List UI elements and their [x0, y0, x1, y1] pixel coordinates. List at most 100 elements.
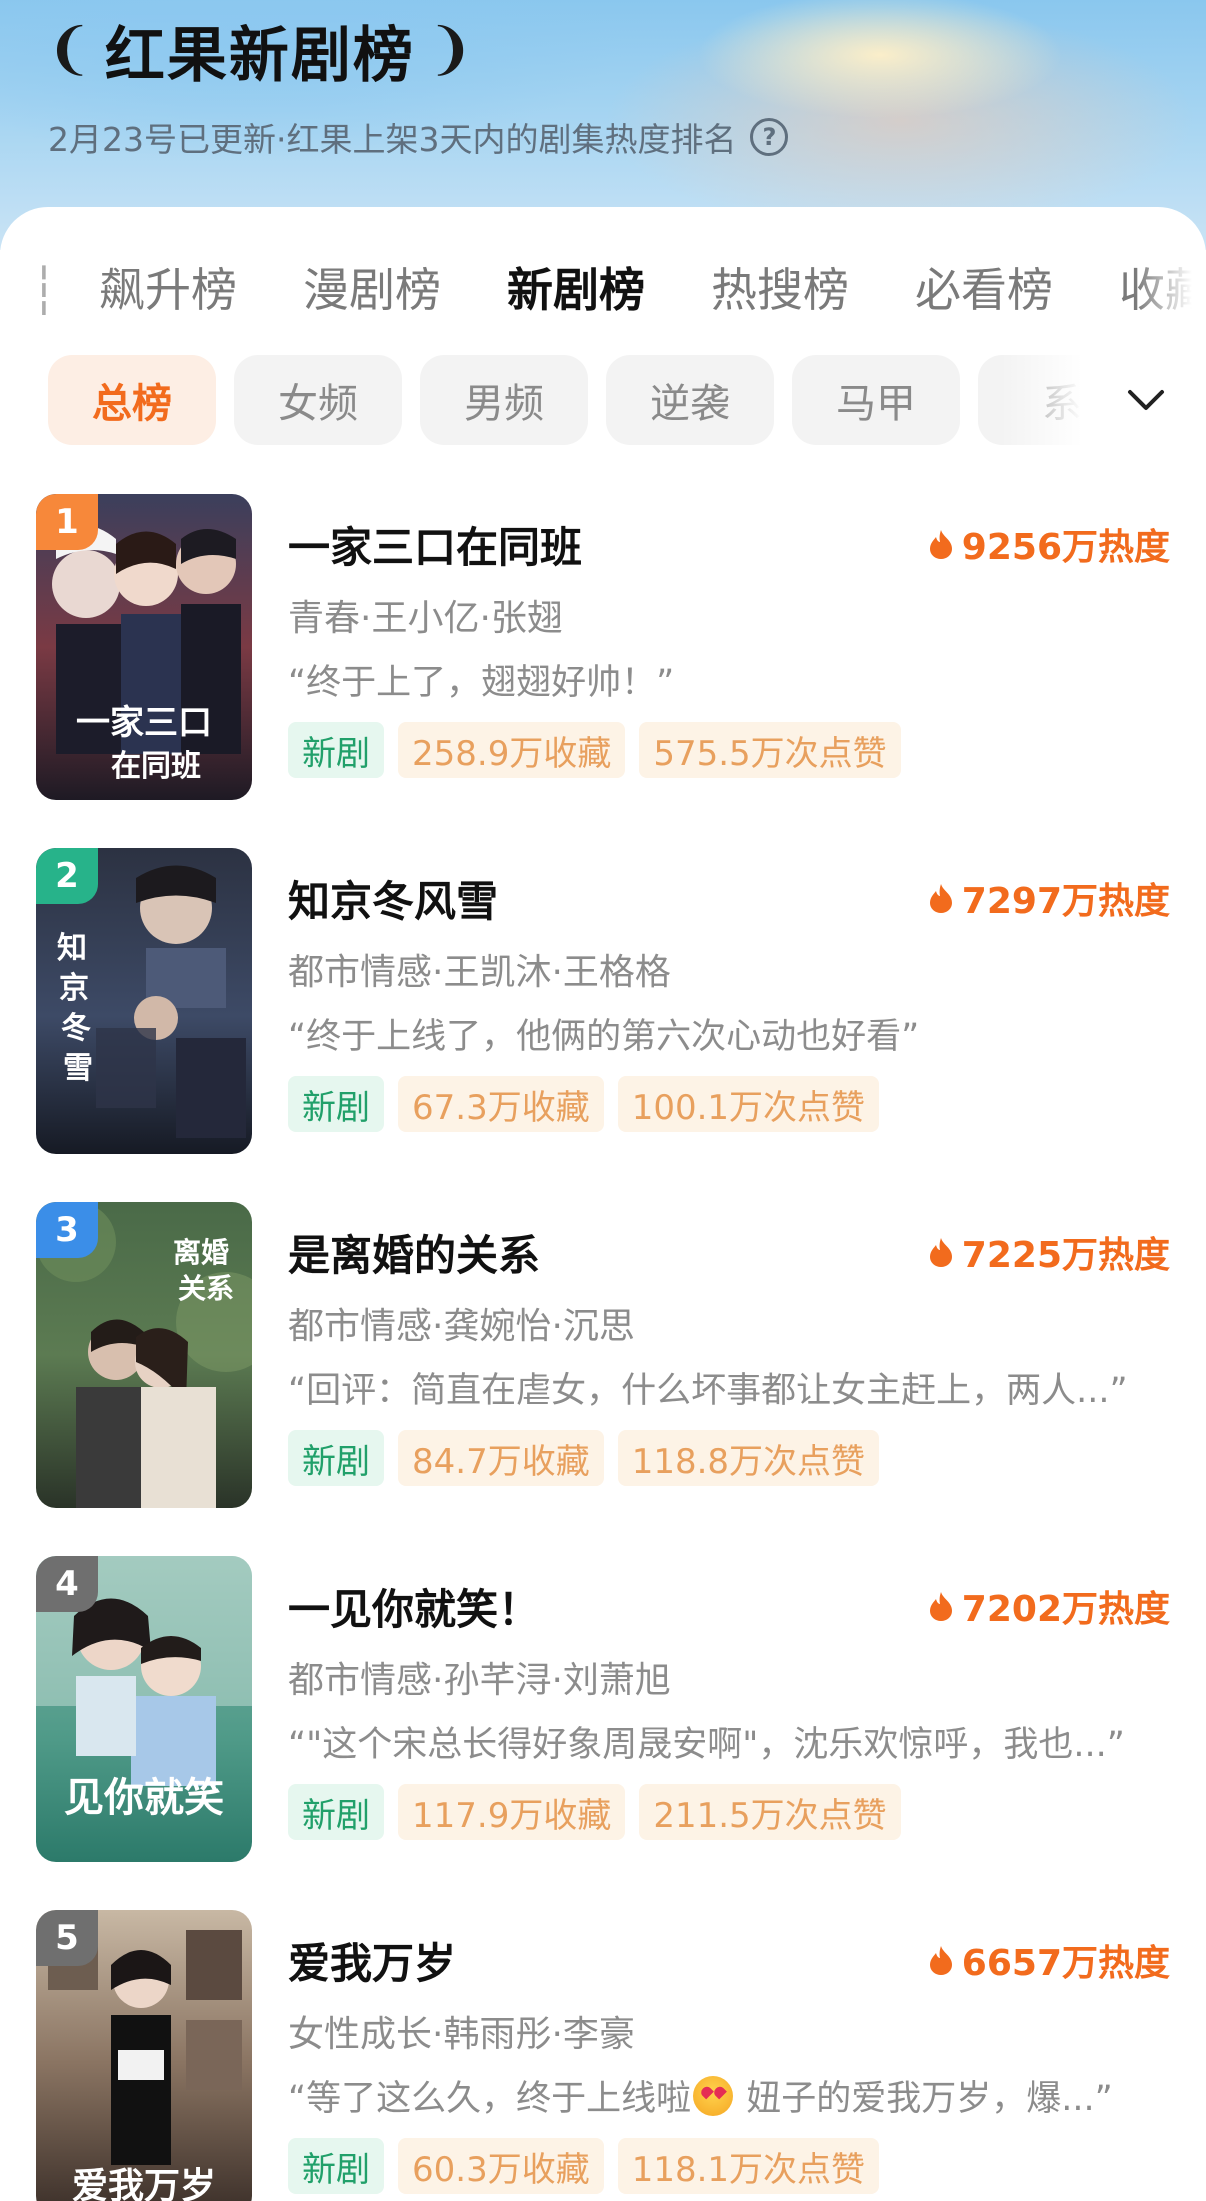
help-icon[interactable]: ?: [750, 118, 789, 156]
drama-meta: 女性成长·韩雨彤·李豪: [288, 2014, 635, 2055]
poster-title-text: 离婚: [173, 1236, 229, 1269]
list-item[interactable]: 爱我万岁 5 爱我万岁 6657万热度 女性成长·韩雨彤·李豪 “等了这么久，终…: [0, 1910, 1206, 2201]
review-quote-part1: “等了这么久，终于上线啦: [288, 2079, 692, 2119]
poster-title-text: 见你就笑: [64, 1774, 224, 1821]
hero-title-group: ❨ 红果新剧榜 ❩: [46, 10, 474, 91]
drama-title[interactable]: 爱我万岁: [288, 1930, 456, 1991]
review-quote: “"这个宋总长得好象周晟安啊"，沈乐欢惊呼，我也...”: [288, 1725, 1125, 1765]
review-quote: “回评：简直在虐女，什么坏事都让女主赶上，两人...”: [288, 1371, 1128, 1411]
chevron-down-icon[interactable]: [1126, 382, 1166, 418]
heat-score: 7225万热度: [928, 1226, 1170, 1278]
poster-image[interactable]: 爱我万岁 5: [36, 1910, 252, 2201]
drama-title[interactable]: 是离婚的关系: [288, 1222, 540, 1283]
update-subtitle: 2月23号已更新·红果上架3天内的剧集热度排名: [48, 120, 737, 159]
poster-image[interactable]: 见你就笑 4: [36, 1556, 252, 1862]
list-item[interactable]: 知 京 冬 雪 2 知京冬风雪 7297万热度 都市情感·王凯沐·王格格 “终于…: [0, 848, 1206, 1168]
poster-image[interactable]: 离婚 关系 3: [36, 1202, 252, 1508]
chip-male[interactable]: 男频: [420, 355, 588, 445]
tag-row: 新剧 84.7万收藏 118.8万次点赞: [288, 1430, 880, 1486]
laurel-right-icon: ❩: [426, 17, 474, 82]
poster-image[interactable]: 知 京 冬 雪 2: [36, 848, 252, 1154]
review-quote: “终于上线了，他俩的第六次心动也好看”: [288, 1017, 920, 1057]
list-item[interactable]: 见你就笑 4 一见你就笑！ 7202万热度 都市情感·孙芊浔·刘萧旭 “"这个宋…: [0, 1556, 1206, 1876]
review-quote-part2: 妞子的爱我万岁，爆...”: [735, 2079, 1113, 2119]
drama-meta: 青春·王小亿·张翅: [288, 598, 563, 639]
flame-icon: [929, 1946, 952, 1975]
poster-title-text: 关系: [178, 1272, 234, 1305]
heat-value: 6657万热度: [961, 1943, 1170, 1984]
tab-soaring[interactable]: 飙升榜: [99, 250, 237, 330]
poster-title-text: 雪: [63, 1051, 93, 1086]
chip-all[interactable]: 总榜: [48, 355, 216, 445]
rank-badge: 2: [36, 848, 98, 904]
list-item[interactable]: 离婚 关系 3 是离婚的关系 7225万热度 都市情感·龚婉怡·沉思 “回评：简…: [0, 1202, 1206, 1522]
poster-image[interactable]: 一家三口 在同班 1: [36, 494, 252, 800]
tabs-fade-left: [0, 250, 60, 330]
favorites-tag: 117.9万收藏: [398, 1784, 626, 1840]
tag-row: 新剧 60.3万收藏 118.1万次点赞: [288, 2138, 880, 2194]
ranking-tabs: ┆ 飙升榜 漫剧榜 新剧榜 热搜榜 必看榜 收藏: [0, 250, 1206, 330]
drama-title[interactable]: 一家三口在同班: [288, 514, 582, 575]
new-tag: 新剧: [288, 2138, 384, 2194]
drama-meta: 都市情感·王凯沐·王格格: [288, 952, 671, 993]
poster-subtitle-text: 在同班: [111, 749, 201, 784]
tag-row: 新剧 258.9万收藏 575.5万次点赞: [288, 722, 901, 778]
new-tag: 新剧: [288, 1076, 384, 1132]
likes-tag: 118.8万次点赞: [617, 1430, 880, 1486]
poster-title-text: 爱我万岁: [72, 2165, 216, 2201]
chips-fade: [1000, 355, 1206, 445]
likes-tag: 118.1万次点赞: [617, 2138, 880, 2194]
laurel-left-icon: ❨: [46, 17, 93, 82]
heat-value: 7225万热度: [961, 1235, 1170, 1276]
rank-badge: 4: [36, 1556, 98, 1612]
heat-value: 7202万热度: [961, 1589, 1170, 1630]
heat-score: 6657万热度: [928, 1934, 1170, 1986]
new-tag: 新剧: [288, 1430, 384, 1486]
poster-title-text: 知: [57, 931, 87, 966]
favorites-tag: 84.7万收藏: [398, 1430, 604, 1486]
tabs-fade-right: [1136, 250, 1206, 330]
poster-title-text: 冬: [61, 1011, 91, 1046]
poster-title-text: 一家三口: [76, 703, 212, 743]
heat-value: 9256万热度: [961, 527, 1170, 568]
review-quote: “等了这么久，终于上线啦 妞子的爱我万岁，爆...”: [288, 2070, 1168, 2121]
favorites-tag: 258.9万收藏: [398, 722, 626, 778]
chip-disguise[interactable]: 马甲: [792, 355, 960, 445]
page-title: 红果新剧榜: [104, 20, 415, 91]
review-quote: “终于上了，翅翅好帅！”: [288, 663, 675, 703]
heat-score: 7297万热度: [928, 872, 1170, 924]
drama-meta: 都市情感·孙芊浔·刘萧旭: [288, 1660, 671, 1701]
rank-badge: 5: [36, 1910, 98, 1966]
flame-icon: [929, 884, 952, 913]
tag-row: 新剧 67.3万收藏 100.1万次点赞: [288, 1076, 880, 1132]
flame-icon: [929, 530, 952, 559]
list-item[interactable]: 一家三口 在同班 1 一家三口在同班 9256万热度 青春·王小亿·张翅 “终于…: [0, 494, 1206, 814]
flame-icon: [929, 1592, 952, 1621]
heat-score: 7202万热度: [928, 1580, 1170, 1632]
tag-row: 新剧 117.9万收藏 211.5万次点赞: [288, 1784, 901, 1840]
poster-title-text: 京: [59, 971, 89, 1006]
chip-comeback[interactable]: 逆袭: [606, 355, 774, 445]
heat-score: 9256万热度: [928, 518, 1170, 570]
likes-tag: 575.5万次点赞: [639, 722, 901, 778]
tab-comic[interactable]: 漫剧榜: [303, 250, 441, 330]
drama-title[interactable]: 一见你就笑！: [288, 1576, 540, 1637]
heart-eyes-emoji-icon: [693, 2076, 734, 2116]
rank-badge: 3: [36, 1202, 98, 1258]
tab-new-drama[interactable]: 新剧榜: [507, 250, 645, 330]
likes-tag: 211.5万次点赞: [639, 1784, 901, 1840]
heat-value: 7297万热度: [961, 881, 1170, 922]
favorites-tag: 60.3万收藏: [398, 2138, 604, 2194]
likes-tag: 100.1万次点赞: [617, 1076, 880, 1132]
favorites-tag: 67.3万收藏: [398, 1076, 604, 1132]
tab-must-watch[interactable]: 必看榜: [915, 250, 1053, 330]
flame-icon: [929, 1238, 952, 1267]
update-info: 2月23号已更新·红果上架3天内的剧集热度排名 ?: [48, 113, 789, 161]
chip-female[interactable]: 女频: [234, 355, 402, 445]
rank-badge: 1: [36, 494, 98, 550]
tab-hot-search[interactable]: 热搜榜: [711, 250, 849, 330]
drama-meta: 都市情感·龚婉怡·沉思: [288, 1306, 635, 1347]
drama-title[interactable]: 知京冬风雪: [288, 868, 498, 929]
new-tag: 新剧: [288, 1784, 384, 1840]
new-tag: 新剧: [288, 722, 384, 778]
